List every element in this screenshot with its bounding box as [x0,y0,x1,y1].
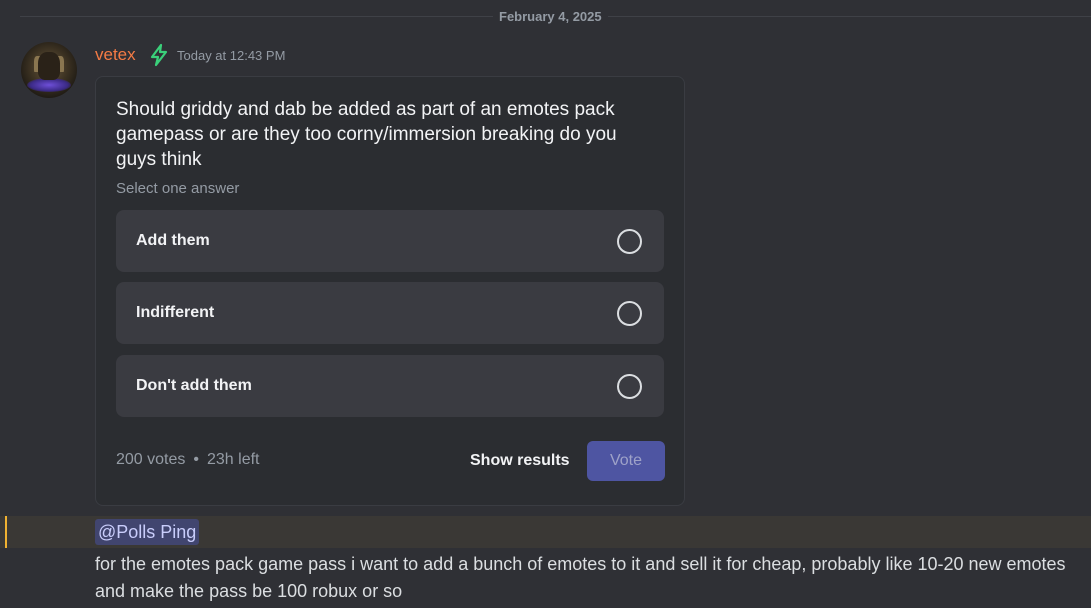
poll-question: Should griddy and dab be added as part o… [116,99,617,170]
poll-hint: Select one answer [116,180,240,197]
poll-answer-dont-add-them[interactable]: Don't add them [116,355,664,417]
message-timestamp[interactable]: Today at 12:43 PM [177,48,285,64]
author-name[interactable]: vetex [95,44,136,66]
poll-answer-indifferent[interactable]: Indifferent [116,282,664,344]
lightning-bolt-icon[interactable] [148,43,170,67]
poll-answer-add-them[interactable]: Add them [116,210,664,272]
poll-answer-label: Add them [136,232,210,249]
show-results-button[interactable]: Show results [470,452,570,470]
poll-answer-label: Indifferent [136,304,215,321]
poll-answer-label: Don't add them [136,377,252,394]
radio-icon[interactable] [617,374,642,399]
avatar[interactable] [21,42,77,98]
date-divider-label: February 4, 2025 [493,9,608,25]
vote-button[interactable]: Vote [587,441,665,481]
message-text: for the emotes pack game pass i want to … [95,554,1066,601]
poll-vote-count: 200 votes [116,451,186,468]
poll-footer: 200 votes • 23h left [116,451,259,469]
radio-icon[interactable] [617,229,642,254]
mention-highlight-bar [5,516,7,548]
poll-time-left: 23h left [207,451,260,468]
mention-row: @Polls Ping [0,516,1091,548]
radio-icon[interactable] [617,301,642,326]
role-mention[interactable]: @Polls Ping [95,519,200,545]
poll-card: Should griddy and dab be added as part o… [95,76,685,506]
poll-separator: • [193,451,199,468]
